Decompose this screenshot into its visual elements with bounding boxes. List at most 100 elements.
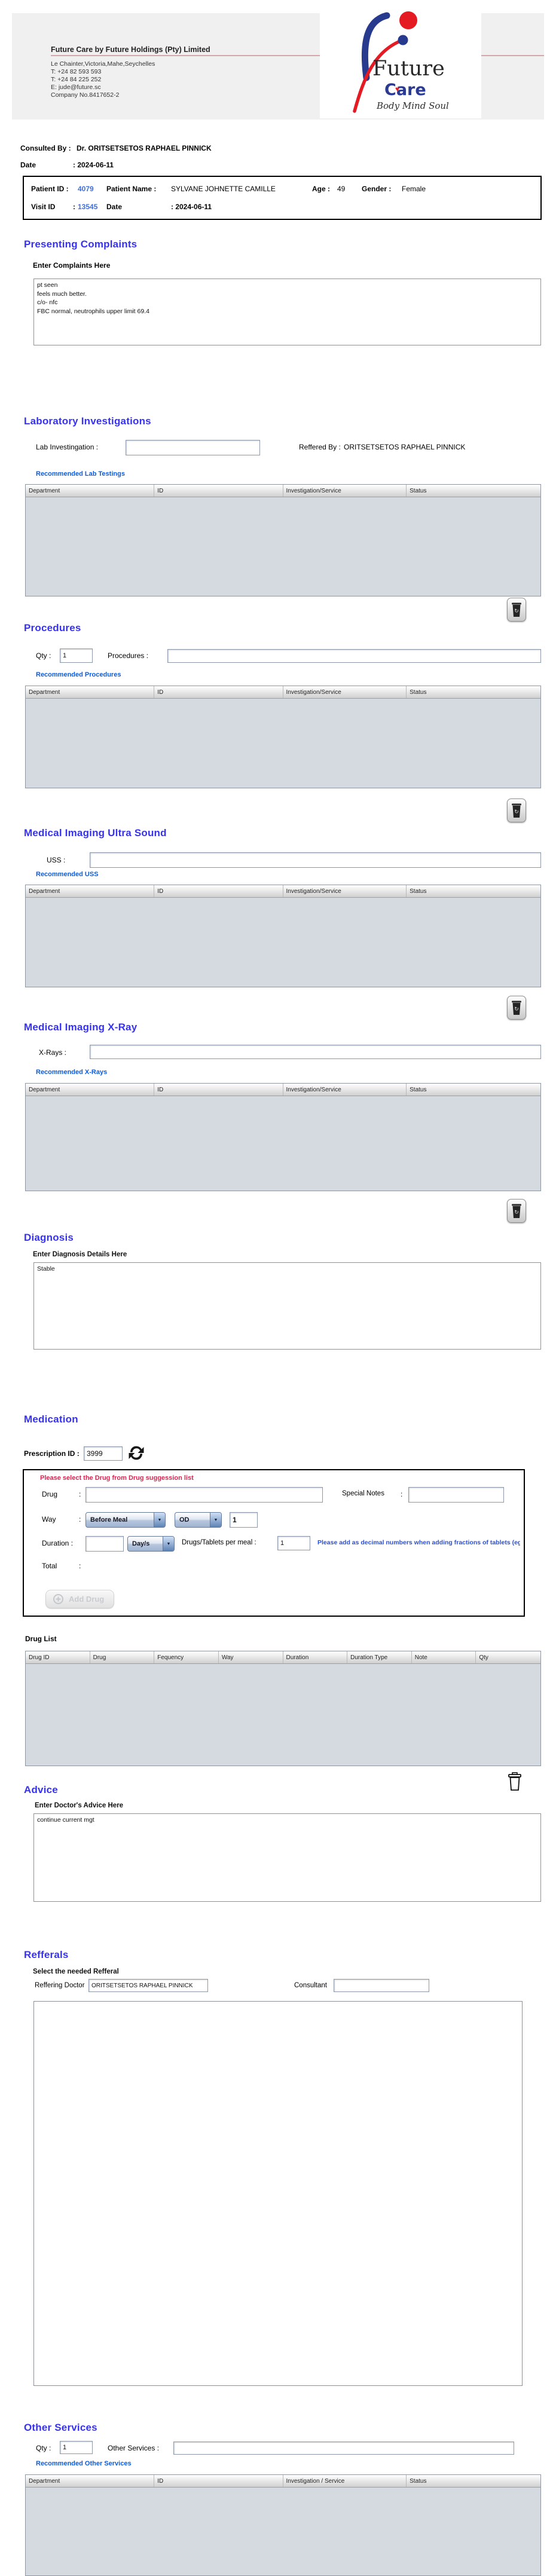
svg-text:↻: ↻: [514, 1209, 519, 1215]
col-id: ID: [154, 885, 283, 897]
procedures-input[interactable]: [167, 649, 541, 663]
frequency-select[interactable]: OD ▼: [175, 1512, 222, 1528]
advice-delete-button[interactable]: [506, 1770, 524, 1793]
refresh-icon: [129, 1446, 144, 1460]
recommended-uss-link[interactable]: Recommended USS: [36, 871, 99, 878]
referred-by-value: ORITSETSETOS RAPHAEL PINNICK: [344, 443, 466, 451]
col-frequency: Fequency: [154, 1651, 219, 1663]
procedures-table: Department ID Investigation/Service Stat…: [25, 686, 541, 788]
procedures-field-label: Procedures :: [108, 651, 149, 660]
per-meal-label: Drugs/Tablets per meal :: [182, 1539, 256, 1546]
procedures-delete-button[interactable]: ↻: [507, 799, 526, 822]
xray-table-header: Department ID Investigation/Service Stat…: [26, 1084, 540, 1096]
other-services-table-body[interactable]: [26, 2488, 540, 2575]
diagnosis-sublabel: Enter Diagnosis Details Here: [33, 1251, 127, 1258]
col-duration-type: Duration Type: [347, 1651, 412, 1663]
referrals-title: Refferals: [24, 1949, 69, 1960]
col-status: Status: [410, 888, 427, 895]
col-duration: Duration: [283, 1651, 348, 1663]
company-address: Le Chainter,Victoria,Mahe,Seychelles: [51, 60, 155, 68]
col-department: Department: [26, 686, 155, 698]
special-notes-colon: :: [401, 1490, 403, 1498]
uss-delete-button[interactable]: ↻: [507, 996, 526, 1020]
future-care-logo-icon: Future Care ♥ Body Mind Soul: [353, 11, 449, 113]
lab-table: Department ID Investigation/Service Stat…: [25, 484, 541, 596]
advice-textarea[interactable]: continue current mgt: [33, 1813, 541, 1902]
procedures-qty-input[interactable]: [60, 648, 93, 663]
way-colon: :: [79, 1515, 81, 1523]
svg-text:Body Mind Soul: Body Mind Soul: [376, 100, 449, 111]
xray-delete-button[interactable]: ↻: [507, 1199, 526, 1223]
drug-input[interactable]: [85, 1487, 323, 1503]
visit-date-label: Date: [106, 203, 123, 211]
complaints-sublabel: Enter Complaints Here: [33, 261, 111, 270]
referring-doctor-input[interactable]: [88, 1979, 208, 1992]
trash-icon: ↻: [512, 1204, 521, 1218]
uss-table-body[interactable]: [26, 898, 540, 987]
lab-delete-button[interactable]: ↻: [507, 598, 526, 622]
col-id: ID: [154, 2475, 283, 2487]
col-qty: Qty: [479, 1654, 488, 1661]
drug-colon: :: [79, 1490, 81, 1498]
duration-label: Duration :: [42, 1539, 74, 1547]
duration-input[interactable]: [85, 1536, 124, 1552]
uss-input[interactable]: [90, 852, 541, 868]
col-status: Status: [410, 689, 427, 696]
chevron-down-icon: ▼: [163, 1537, 174, 1551]
other-qty-input[interactable]: [60, 2441, 93, 2454]
uss-field-label: USS :: [47, 856, 66, 864]
consultant-label: Consultant: [294, 1982, 327, 1989]
col-status: Status: [410, 2478, 427, 2485]
advice-sublabel: Enter Doctor's Advice Here: [35, 1802, 124, 1809]
complaints-title: Presenting Complaints: [24, 238, 138, 250]
frequency-qty-input[interactable]: [230, 1512, 258, 1528]
drug-warning-text: Please select the Drug from Drug suggess…: [40, 1474, 194, 1482]
plus-circle-icon: [53, 1594, 63, 1604]
patient-name-value: SYLVANE JOHNETTE CAMILLE: [171, 185, 276, 193]
complaints-textarea[interactable]: pt seen feels much better. c/o- nfc FBC …: [33, 279, 541, 345]
way-select[interactable]: Before Meal ▼: [85, 1512, 166, 1528]
patient-id-value: 4079: [78, 185, 94, 193]
other-services-table-header: Department ID Investigation / Service St…: [26, 2475, 540, 2488]
special-notes-input[interactable]: [408, 1487, 504, 1503]
col-way: Way: [219, 1651, 283, 1663]
lab-table-body[interactable]: [26, 497, 540, 596]
drug-list-table-body[interactable]: [26, 1664, 540, 1766]
svg-text:↻: ↻: [514, 809, 519, 815]
procedures-qty-label: Qty :: [36, 651, 51, 660]
procedures-title: Procedures: [24, 622, 81, 634]
total-label: Total: [42, 1562, 57, 1570]
xray-table-body[interactable]: [26, 1096, 540, 1191]
company-phone-1: T: +24 82 593 593: [51, 68, 102, 75]
lab-investigation-input[interactable]: [126, 440, 260, 455]
recommended-procedures-link[interactable]: Recommended Procedures: [36, 672, 121, 678]
visit-id-label: Visit ID: [31, 203, 56, 211]
referrals-sublabel: Select the needed Refferal: [33, 1968, 119, 1975]
duration-unit-select[interactable]: Day/s ▼: [127, 1536, 175, 1552]
col-department: Department: [26, 1084, 155, 1096]
consultant-input[interactable]: [334, 1979, 429, 1992]
xray-input[interactable]: [90, 1045, 541, 1059]
add-drug-button[interactable]: Add Drug: [45, 1590, 115, 1608]
diagnosis-title: Diagnosis: [24, 1232, 74, 1243]
col-status: Status: [410, 1087, 427, 1093]
gender-label: Gender :: [362, 185, 392, 193]
uss-title: Medical Imaging Ultra Sound: [24, 827, 167, 839]
col-id: ID: [154, 686, 283, 698]
procedures-table-body[interactable]: [26, 699, 540, 788]
prescription-refresh-button[interactable]: [127, 1444, 145, 1465]
prescription-id-input[interactable]: [84, 1446, 123, 1461]
referral-list-box[interactable]: [33, 2001, 523, 2386]
per-meal-input[interactable]: [277, 1536, 310, 1550]
visit-id-colon: :: [73, 203, 75, 211]
col-investigation: Investigation/Service: [283, 485, 407, 497]
trash-icon: ↻: [512, 803, 521, 818]
recommended-other-link[interactable]: Recommended Other Services: [36, 2461, 132, 2467]
prescription-id-label: Prescription ID :: [24, 1449, 80, 1458]
consulted-by-label: Consulted By :: [20, 144, 71, 152]
recommended-xray-link[interactable]: Recommended X-Rays: [36, 1069, 107, 1076]
recommended-lab-link[interactable]: Recommended Lab Testings: [36, 471, 125, 478]
other-services-input[interactable]: [173, 2442, 514, 2455]
patient-info-bar: Patient ID : 4079 Patient Name : SYLVANE…: [23, 176, 542, 220]
diagnosis-textarea[interactable]: Stable: [33, 1262, 541, 1350]
